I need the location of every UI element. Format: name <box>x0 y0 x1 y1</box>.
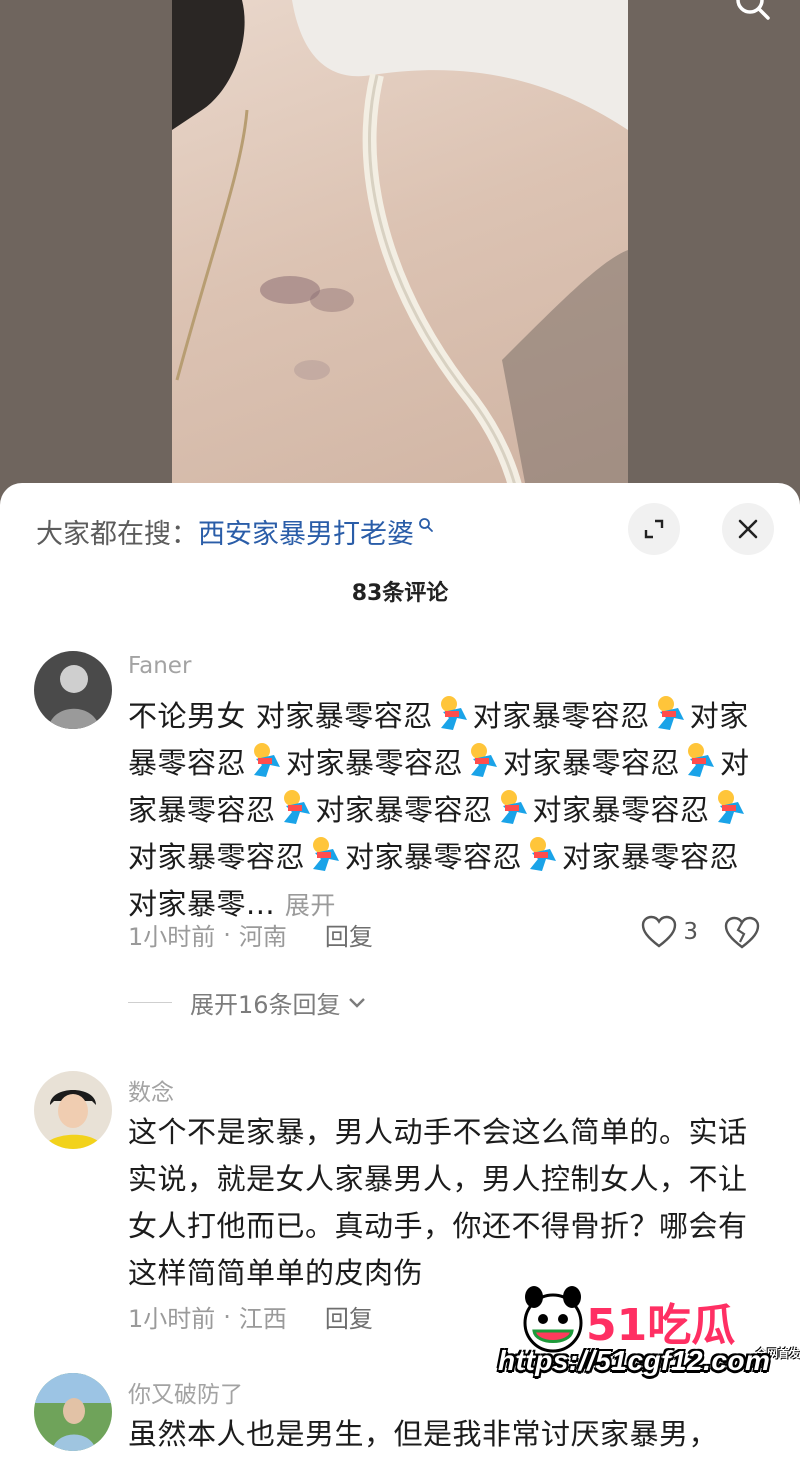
avatar[interactable] <box>34 651 112 729</box>
heart-icon <box>642 915 677 948</box>
like-button[interactable]: 3 <box>641 915 698 949</box>
post-photo <box>172 0 628 520</box>
comment-text: 不论男女 对家暴零容忍 对家暴零容忍 对家暴零容忍 对家暴零容忍 对家暴零容忍 对家暴零容… <box>128 693 768 929</box>
broken-heart-icon[interactable] <box>724 915 760 951</box>
comment-text: 这个不是家暴，男人动手不会这么简单的。实话实说，就是女人家暴男人，男人控制女人，… <box>128 1115 748 1290</box>
comment-text-segment: 对家暴零容忍 <box>472 699 650 733</box>
post-image-area <box>0 0 800 520</box>
running-emoji-icon <box>254 743 281 777</box>
expand-replies-label: 展开16条回复 <box>190 991 341 1019</box>
meta-dot: · <box>223 1302 231 1331</box>
comment-text-segment: 对家暴零容忍 <box>345 840 523 874</box>
running-emoji-icon <box>500 790 527 824</box>
comment-text-segment: 对家暴零容忍 <box>503 746 681 780</box>
running-emoji-icon <box>440 696 467 730</box>
expand-text-link[interactable]: 展开 <box>285 891 336 920</box>
comment-location: 江西 <box>238 1305 287 1333</box>
comment-text-segment: 不论男女 对家暴零容忍 <box>128 699 433 733</box>
divider-line <box>128 1002 172 1003</box>
running-emoji-icon <box>688 743 715 777</box>
search-icon[interactable] <box>732 0 772 28</box>
comment-username[interactable]: 你又破防了 <box>128 1375 243 1409</box>
avatar[interactable] <box>34 1373 112 1451</box>
avatar[interactable] <box>34 1071 112 1149</box>
watermark-url: https://51cgf12.com <box>498 1345 771 1376</box>
comment-text-segment: 对家暴零容忍 <box>128 840 306 874</box>
expand-sheet-button[interactable] <box>628 503 680 555</box>
trending-search[interactable]: 大家都在搜： 西安家暴男打老婆 <box>36 511 434 551</box>
watermark-title: 51吃瓜 <box>586 1300 736 1351</box>
running-emoji-icon <box>530 837 557 871</box>
reply-button[interactable]: 回复 <box>325 1299 373 1334</box>
comment-meta: 1小时前 · 江西 回复 <box>128 1299 373 1334</box>
like-count: 3 <box>683 919 698 945</box>
running-emoji-icon <box>283 790 310 824</box>
comment-text: 虽然本人也是男生，但是我非常讨厌家暴男， <box>128 1417 719 1451</box>
running-emoji-icon <box>657 696 684 730</box>
comment-text-segment: 对家暴零容忍 <box>532 793 710 827</box>
comment-time: 1小时前 <box>128 1305 216 1333</box>
expand-replies-button[interactable]: 展开16条回复 <box>128 985 367 1020</box>
trending-search-prefix: 大家都在搜： <box>36 518 198 550</box>
expand-icon <box>644 519 664 539</box>
search-small-icon <box>419 518 433 532</box>
comment-text-segment: 对家暴零容忍 <box>315 793 493 827</box>
close-button[interactable] <box>722 503 774 555</box>
watermark: 51吃瓜 全网首发 https://51cgf12.com <box>498 1283 800 1393</box>
chevron-down-icon <box>348 997 365 1008</box>
meta-dot: · <box>223 920 231 949</box>
comment-location: 河南 <box>238 923 287 951</box>
comment-count: 83条评论 <box>351 581 449 606</box>
trending-search-term[interactable]: 西安家暴男打老婆 <box>198 512 414 551</box>
comment-username[interactable]: Faner <box>128 653 191 679</box>
comment-time: 1小时前 <box>128 923 216 951</box>
running-emoji-icon <box>717 790 744 824</box>
close-icon <box>738 519 758 539</box>
reply-button[interactable]: 回复 <box>325 917 373 952</box>
comment-username[interactable]: 数念 <box>128 1073 174 1107</box>
comment-meta: 1小时前 · 河南 回复 <box>128 917 373 952</box>
running-emoji-icon <box>313 837 340 871</box>
comment-text-segment: 对家暴零容忍 <box>286 746 464 780</box>
running-emoji-icon <box>471 743 498 777</box>
